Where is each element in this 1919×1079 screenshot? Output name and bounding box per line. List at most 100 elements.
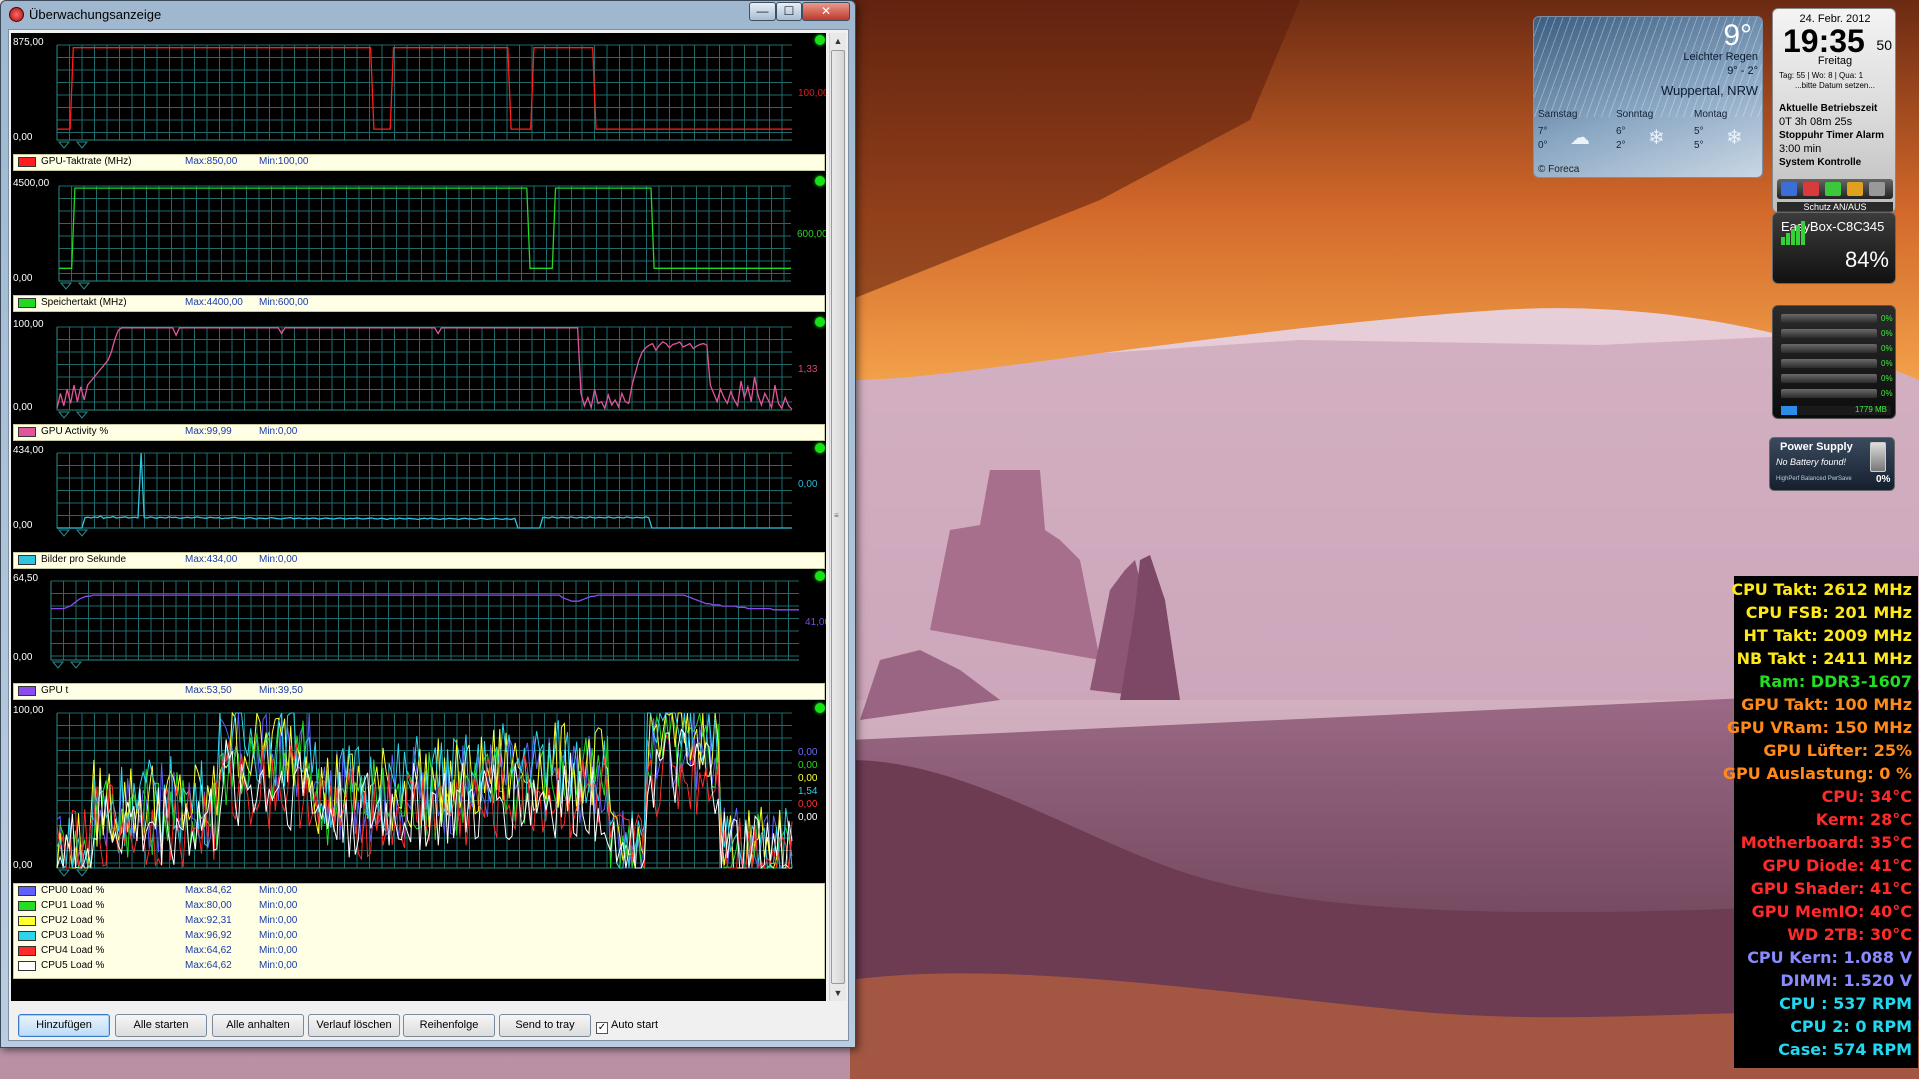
core-load: 0% [1881,359,1893,368]
clear-history-button[interactable]: Verlauf löschen [308,1014,400,1037]
battery-percent: 0% [1876,474,1891,485]
checkbox-icon[interactable]: ✓ [596,1022,608,1034]
autostart-checkbox[interactable]: ✓ Auto start [596,1019,658,1034]
current-value: 0,00 [798,747,818,758]
current-value: 100,00 [798,87,826,99]
sensor-reading: GPU Auslastung: 0 % [1722,764,1912,783]
legend-row[interactable]: CPU3 Load % Max:96,92 Min:0,00 [14,929,824,944]
color-swatch [18,916,36,926]
sensor-overlay: CPU Takt: 2612 MHz CPU FSB: 201 MHz HT Tak… [1723,576,1918,1068]
sensor-reading: CPU 2: 0 RPM [1790,1017,1912,1036]
series-max: Max:53,50 [185,685,232,696]
weather-source[interactable]: © Foreca [1538,164,1579,175]
graph-legend[interactable]: Speichertakt (MHz) Max:4400,00 Min:600,00 [13,295,825,312]
forecast-day-name: Samstag [1538,109,1578,120]
legend-row[interactable]: CPU1 Load % Max:80,00 Min:0,00 [14,899,824,914]
series-max: Max:92,31 [185,915,232,926]
forecast-high: 5° [1694,126,1704,137]
sensor-reading: GPU Lüfter: 25% [1763,741,1912,760]
forecast-day-name: Sonntag [1616,109,1654,120]
marker-icon [75,869,89,877]
restart-icon[interactable] [1803,182,1819,196]
status-indicator-icon[interactable] [815,443,825,453]
series-max: Max:4400,00 [185,297,243,308]
status-indicator-icon[interactable] [815,571,825,581]
send-to-tray-button[interactable]: Send to tray [499,1014,591,1037]
legend-row[interactable]: GPU-Taktrate (MHz) Max:850,00 Min:100,00 [14,155,824,170]
current-value: 0,00 [798,812,818,823]
series-max: Max:434,00 [185,554,238,565]
status-indicator-icon[interactable] [815,703,825,713]
weather-range: 9° - 2° [1727,65,1758,77]
add-button[interactable]: Hinzufügen [18,1014,110,1037]
clock-gadget[interactable]: 24. Febr. 2012 19:35 50 Freitag Tag: 55 … [1772,8,1896,213]
core-bar [1781,359,1877,368]
graph-plot [56,326,793,419]
forecast-day-name: Montag [1694,109,1728,120]
marker-icon [57,529,71,537]
legend-row[interactable]: GPU Activity % Max:99,99 Min:0,00 [14,425,824,440]
legend-row[interactable]: GPU t Max:53,50 Min:39,50 [14,684,824,699]
stop-all-button[interactable]: Alle anhalten [212,1014,304,1037]
legend-row[interactable]: CPU5 Load % Max:64,62 Min:0,00 [14,959,824,974]
weather-gadget[interactable]: 9° Leichter Regen 9° - 2° Wuppertal, NRW… [1533,16,1763,178]
status-indicator-icon[interactable] [815,317,825,327]
current-value: 1,54 [798,786,818,797]
clock-set-date-hint[interactable]: ...bitte Datum setzen... [1773,81,1895,90]
order-button[interactable]: Reihenfolge [403,1014,495,1037]
graph-legend[interactable]: GPU-Taktrate (MHz) Max:850,00 Min:100,00 [13,154,825,171]
scroll-up-icon[interactable]: ▲ [830,33,846,49]
stopwatch-label[interactable]: Stoppuhr Timer Alarm [1779,130,1884,141]
series-min: Min:0,00 [259,915,298,926]
color-swatch [18,886,36,896]
clock-weekday: Freitag [1817,55,1853,67]
series-min: Min:0,00 [259,960,298,971]
power-modes[interactable]: HighPerf Balanced PwrSave [1776,476,1852,482]
cloud-icon: ☁ [1570,127,1590,149]
sleep-icon[interactable] [1825,182,1841,196]
graph-legend[interactable]: Bilder pro Sekunde Max:434,00 Min:0,00 [13,552,825,569]
minimize-button[interactable]: — [749,2,776,21]
current-value: 600,00 [797,228,826,240]
lock-icon[interactable] [1847,182,1863,196]
graph-legend[interactable]: GPU Activity % Max:99,99 Min:0,00 [13,424,825,441]
status-indicator-icon[interactable] [815,176,825,186]
maximize-button[interactable]: ☐ [776,2,802,21]
wifi-gadget[interactable]: EasyBox-C8C345 84% [1772,212,1896,284]
monitor-window: Überwachungsanzeige — ☐ ✕ 875,00 0,00 100,… [0,0,856,1048]
legend-row[interactable]: CPU0 Load % Max:84,62 Min:0,00 [14,884,824,899]
legend-row[interactable]: Speichertakt (MHz) Max:4400,00 Min:600,00 [14,296,824,311]
scroll-down-icon[interactable]: ▼ [830,985,846,1001]
sensor-reading: Ram: DDR3-1607 [1759,672,1912,691]
graph-legend[interactable]: GPU t Max:53,50 Min:39,50 [13,683,825,700]
client-area: 875,00 0,00 100,00 GPU-Taktrate (MHz) Max:85… [8,29,849,1041]
start-all-button[interactable]: Alle starten [115,1014,207,1037]
logoff-icon[interactable] [1869,182,1885,196]
current-value: 0,00 [798,773,818,784]
sensor-reading: GPU Takt: 100 MHz [1741,695,1912,714]
close-button[interactable]: ✕ [802,2,850,21]
sensor-reading: GPU Diode: 41°C [1762,856,1912,875]
series-name: GPU t [41,685,69,696]
forecast-low: 0° [1538,140,1548,151]
legend-row[interactable]: CPU4 Load % Max:64,62 Min:0,00 [14,944,824,959]
title-bar[interactable]: Überwachungsanzeige — ☐ ✕ [1,1,855,29]
status-indicator-icon[interactable] [815,35,825,45]
marker-icon [59,282,73,290]
power-icon[interactable] [1781,182,1797,196]
graph-plot [56,44,792,149]
graph-plot [50,580,799,669]
series-max: Max:99,99 [185,426,232,437]
graph-legend[interactable]: CPU0 Load % Max:84,62 Min:0,00 CPU1 Load % M… [13,883,825,979]
cpu-meter-gadget[interactable]: 0% 0% 0% 0% 0% 0% 1779 MB [1772,305,1896,419]
y-axis-min-label: 0,00 [13,273,33,284]
memory-value: 1779 MB [1854,405,1887,414]
sensor-reading: DIMM: 1.520 V [1780,971,1912,990]
sensor-reading: Case: 574 RPM [1778,1040,1912,1059]
power-supply-gadget[interactable]: Power Supply No Battery found! HighPerf … [1769,437,1895,491]
vertical-scrollbar[interactable]: ▲ ≡ ▼ [829,33,846,1001]
series-max: Max:96,92 [185,930,232,941]
series-name: CPU0 Load % [41,885,105,896]
legend-row[interactable]: Bilder pro Sekunde Max:434,00 Min:0,00 [14,553,824,568]
legend-row[interactable]: CPU2 Load % Max:92,31 Min:0,00 [14,914,824,929]
